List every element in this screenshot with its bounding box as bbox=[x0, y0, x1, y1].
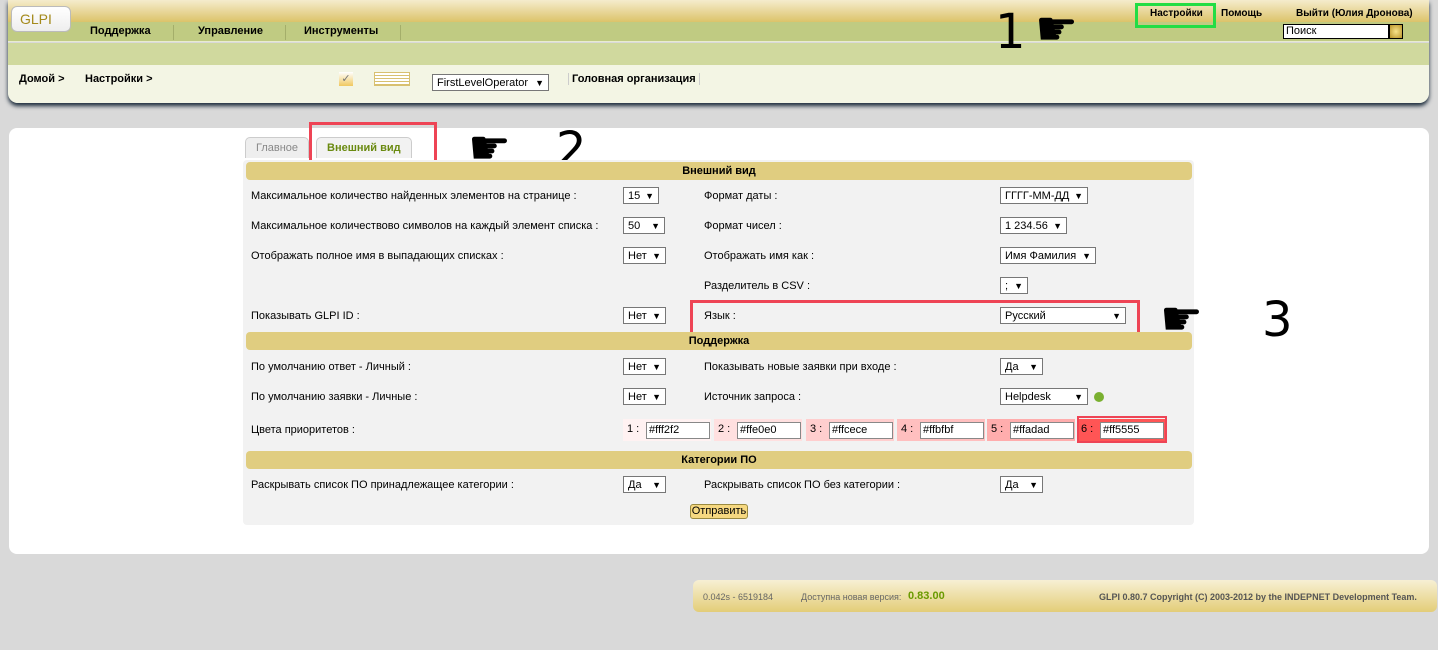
value: ГГГГ-ММ-ДД bbox=[1005, 190, 1070, 202]
entity-name[interactable]: Головная организация bbox=[568, 73, 700, 85]
expand-cat-select[interactable]: Да ▼ bbox=[623, 476, 666, 493]
glpi-logo[interactable]: GLPI bbox=[11, 6, 71, 32]
priority-color-input[interactable]: #ffcece bbox=[829, 422, 893, 439]
value: Нет bbox=[628, 361, 647, 373]
logout-text: Выйти (Юлия Дронова) bbox=[1296, 8, 1413, 19]
name-display-select[interactable]: Имя Фамилия ▼ bbox=[1000, 247, 1096, 264]
priority-color-1: 1 : #fff2f2 bbox=[623, 419, 711, 441]
default-tickets-select[interactable]: Нет ▼ bbox=[623, 388, 666, 405]
copyright[interactable]: GLPI 0.80.7 Copyright (C) 2003-2012 by t… bbox=[1099, 592, 1417, 602]
priority-number: 2 : bbox=[718, 423, 731, 435]
priority-color-5: 5 : #ffadad bbox=[987, 419, 1075, 441]
expand-nocat-label: Раскрывать список ПО без категории : bbox=[704, 479, 901, 491]
number-format-label: Формат чисел : bbox=[704, 220, 782, 232]
submit-button[interactable]: Отправить bbox=[690, 504, 748, 519]
footer: 0.042s - 6519184 Доступна новая версия: … bbox=[693, 580, 1437, 612]
priority-number: 5 : bbox=[991, 423, 1004, 435]
search-button[interactable] bbox=[1389, 24, 1403, 39]
priority-number: 3 : bbox=[810, 423, 823, 435]
sub-menu-bar bbox=[8, 43, 1429, 65]
menu-management[interactable]: Управление bbox=[176, 25, 287, 40]
highlight-language bbox=[690, 300, 1140, 335]
breadcrumb-bar bbox=[8, 65, 1429, 103]
value: Нет bbox=[628, 310, 647, 322]
priority-color-input[interactable]: #ffe0e0 bbox=[737, 422, 801, 439]
priority-number: 1 : bbox=[627, 423, 640, 435]
tab-main[interactable]: Главное bbox=[245, 137, 310, 158]
new-version-link[interactable]: 0.83.00 bbox=[908, 590, 945, 602]
check-icon[interactable]: ✓ bbox=[339, 72, 353, 86]
menu-support[interactable]: Поддержка bbox=[68, 25, 174, 40]
timing: 0.042s - 6519184 bbox=[703, 592, 774, 602]
add-source-icon[interactable] bbox=[1094, 392, 1104, 402]
value: 1 234.56 bbox=[1005, 220, 1048, 232]
source-label: Источник запроса : bbox=[704, 391, 802, 403]
default-reply-label: По умолчанию ответ - Личный : bbox=[251, 361, 411, 373]
priority-colors-label: Цвета приоритетов : bbox=[251, 424, 355, 436]
search-input[interactable]: Поиск bbox=[1283, 24, 1389, 39]
priority-color-input[interactable]: #ffbfbf bbox=[920, 422, 984, 439]
breadcrumb-settings[interactable]: Настройки > bbox=[85, 73, 153, 85]
highlight-settings bbox=[1135, 3, 1216, 28]
pointing-hand-icon: ☛ bbox=[1035, 3, 1079, 56]
section-software: Категории ПО bbox=[246, 451, 1192, 469]
csv-sep-select[interactable]: ; ▼ bbox=[1000, 277, 1028, 294]
max-items-select[interactable]: 15 ▼ bbox=[623, 187, 659, 204]
show-id-select[interactable]: Нет ▼ bbox=[623, 307, 666, 324]
annotation-1: 1 bbox=[995, 4, 1026, 60]
expand-nocat-select[interactable]: Да ▼ bbox=[1000, 476, 1043, 493]
max-chars-label: Максимальное количествово символов на ка… bbox=[251, 220, 599, 232]
value: Нет bbox=[628, 250, 647, 262]
value: 50 bbox=[628, 220, 641, 232]
source-select[interactable]: Helpdesk ▼ bbox=[1000, 388, 1088, 405]
expand-cat-label: Раскрывать список ПО принадлежащее катег… bbox=[251, 479, 514, 491]
name-display-label: Отображать имя как : bbox=[704, 250, 814, 262]
profile-select[interactable]: FirstLevelOperator ▼ bbox=[432, 74, 549, 91]
value: Нет bbox=[628, 391, 647, 403]
default-reply-select[interactable]: Нет ▼ bbox=[623, 358, 666, 375]
full-name-label: Отображать полное имя в выпадающих списк… bbox=[251, 250, 504, 262]
section-support: Поддержка bbox=[246, 332, 1192, 350]
list-view-icon[interactable] bbox=[374, 72, 410, 86]
section-appearance: Внешний вид bbox=[246, 162, 1192, 180]
value: ; bbox=[1005, 280, 1009, 292]
new-version-label: Доступна новая версия: bbox=[801, 592, 902, 602]
menu-tools[interactable]: Инструменты bbox=[282, 25, 402, 40]
show-new-label: Показывать новые заявки при входе : bbox=[704, 361, 897, 373]
date-format-label: Формат даты : bbox=[704, 190, 778, 202]
breadcrumb-home[interactable]: Домой > bbox=[19, 73, 65, 85]
value: 15 bbox=[628, 190, 641, 202]
priority-number: 4 : bbox=[901, 423, 914, 435]
date-format-select[interactable]: ГГГГ-ММ-ДД ▼ bbox=[1000, 187, 1088, 204]
max-items-label: Максимальное количество найденных элемен… bbox=[251, 190, 577, 202]
highlight-priority-6 bbox=[1077, 416, 1167, 443]
value: Helpdesk bbox=[1005, 391, 1051, 403]
full-name-select[interactable]: Нет ▼ bbox=[623, 247, 666, 264]
annotation-3: 3 bbox=[1262, 292, 1293, 348]
priority-color-input[interactable]: #ffadad bbox=[1010, 422, 1074, 439]
profile-value: FirstLevelOperator bbox=[437, 77, 529, 89]
priority-color-2: 2 : #ffe0e0 bbox=[714, 419, 802, 441]
show-id-label: Показывать GLPI ID : bbox=[251, 310, 360, 322]
value: Да bbox=[1005, 479, 1019, 491]
value: Имя Фамилия bbox=[1005, 250, 1077, 262]
value: Да bbox=[628, 479, 642, 491]
priority-color-4: 4 : #ffbfbf bbox=[897, 419, 985, 441]
help-link[interactable]: Помощь bbox=[1221, 8, 1262, 19]
csv-sep-label: Разделитель в CSV : bbox=[704, 280, 811, 292]
max-chars-select[interactable]: 50 ▼ bbox=[623, 217, 665, 234]
priority-color-3: 3 : #ffcece bbox=[806, 419, 894, 441]
priority-color-input[interactable]: #fff2f2 bbox=[646, 422, 710, 439]
show-new-select[interactable]: Да ▼ bbox=[1000, 358, 1043, 375]
value: Да bbox=[1005, 361, 1019, 373]
default-tickets-label: По умолчанию заявки - Личные : bbox=[251, 391, 418, 403]
number-format-select[interactable]: 1 234.56 ▼ bbox=[1000, 217, 1067, 234]
logout-link[interactable]: Выйти (Юлия Дронова) bbox=[1296, 8, 1413, 19]
